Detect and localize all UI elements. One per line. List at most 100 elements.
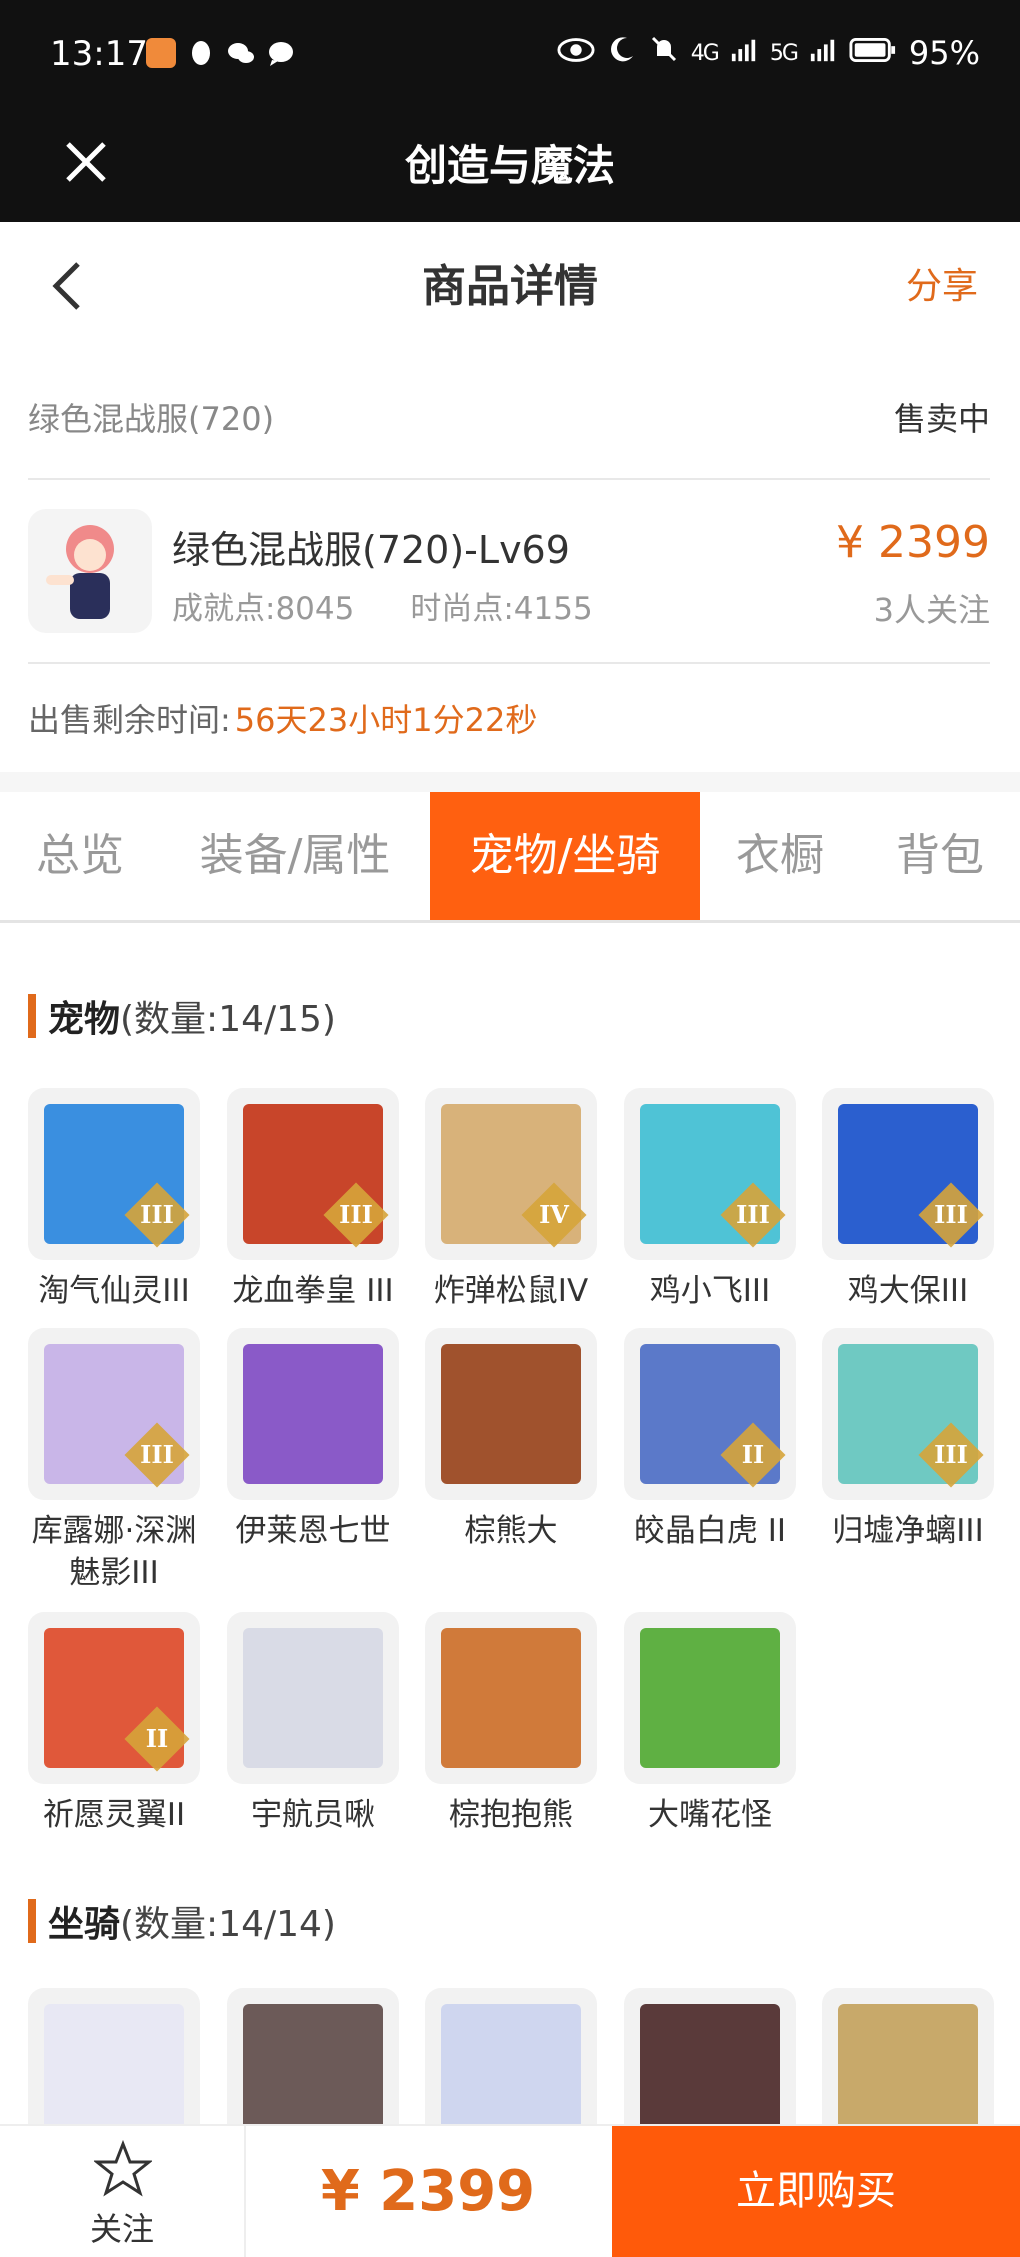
mounts-count: (数量:14/14) xyxy=(120,1904,336,1945)
page-header: 商品详情 分享 xyxy=(0,222,1020,352)
pet-card[interactable]: III 归墟净螭III xyxy=(822,1328,994,1552)
mounts-section-title: 坐骑(数量:14/14) xyxy=(28,1895,336,1947)
section-spacer xyxy=(0,772,1020,792)
pet-name: 淘气仙灵III xyxy=(38,1273,190,1309)
divider xyxy=(28,662,990,664)
pet-name: 库露娜·深渊魅影III xyxy=(31,1513,197,1591)
app-notification-icon xyxy=(146,38,176,68)
pets-title: 宠物 xyxy=(48,999,121,1040)
tier-label: II xyxy=(145,1724,169,1753)
tab-bag[interactable]: 背包 xyxy=(860,792,1020,920)
pet-card[interactable]: 大嘴花怪 xyxy=(624,1612,796,1836)
mute-bell-icon xyxy=(649,34,679,72)
pet-image: II xyxy=(624,1328,796,1500)
message-icon xyxy=(266,38,296,68)
tab-overview[interactable]: 总览 xyxy=(0,792,160,920)
pet-card[interactable]: III 鸡小飞III xyxy=(624,1088,796,1312)
pet-image: III xyxy=(822,1088,994,1260)
item-name: 绿色混战服(720) xyxy=(28,400,275,438)
bottom-price: ¥ 2399 xyxy=(320,2159,536,2224)
pet-image: III xyxy=(822,1328,994,1500)
pet-card[interactable]: III 龙血拳皇 III xyxy=(227,1088,399,1312)
pet-image xyxy=(227,1612,399,1784)
mounts-title: 坐骑 xyxy=(48,1904,121,1945)
pet-name: 棕抱抱熊 xyxy=(449,1797,573,1833)
wechat-icon xyxy=(226,38,256,68)
eye-icon xyxy=(557,34,595,72)
signal-bars-icon xyxy=(730,34,758,72)
pet-card[interactable]: III 库露娜·深渊魅影III xyxy=(28,1328,200,1594)
pet-portrait xyxy=(441,1628,581,1768)
pet-card[interactable]: 伊莱恩七世 xyxy=(227,1328,399,1552)
pet-image xyxy=(227,1328,399,1500)
pet-image: III xyxy=(28,1328,200,1500)
mount-portrait xyxy=(441,2004,581,2144)
mount-portrait xyxy=(640,2004,780,2144)
pet-name: 炸弹松鼠IV xyxy=(433,1273,589,1309)
pet-portrait xyxy=(243,1628,383,1768)
pet-name: 鸡小飞III xyxy=(649,1273,771,1309)
tab-equipment[interactable]: 装备/属性 xyxy=(170,792,420,920)
pet-portrait xyxy=(243,1344,383,1484)
bottom-action-bar: 关注 ¥ 2399 立即购买 xyxy=(0,2124,1020,2257)
follow-label: 关注 xyxy=(89,2210,154,2248)
character-avatar xyxy=(28,509,152,633)
follow-button[interactable]: 关注 xyxy=(0,2126,246,2257)
tab-pets-mounts[interactable]: 宠物/坐骑 xyxy=(430,792,700,920)
product-price: ¥ 2399 xyxy=(836,517,990,568)
pet-image xyxy=(425,1328,597,1500)
tier-label: III xyxy=(736,1200,770,1229)
pet-card[interactable]: II 皎晶白虎 II xyxy=(624,1328,796,1552)
detail-tabs: 总览 装备/属性 宠物/坐骑 衣橱 背包 xyxy=(0,792,1020,923)
pet-card[interactable]: 棕熊大 xyxy=(425,1328,597,1552)
moon-icon xyxy=(607,34,637,72)
share-button[interactable]: 分享 xyxy=(906,222,978,352)
pet-portrait xyxy=(441,1344,581,1484)
achievement-points: 成就点:8045 xyxy=(172,591,355,627)
pet-name: 鸡大保III xyxy=(847,1273,969,1309)
pet-name: 归墟净螭III xyxy=(832,1513,984,1549)
pets-count: (数量:14/15) xyxy=(120,999,336,1040)
buy-now-button[interactable]: 立即购买 xyxy=(612,2126,1020,2257)
pet-portrait xyxy=(640,1628,780,1768)
signal-bars-icon-2 xyxy=(809,34,837,72)
battery-percent: 95% xyxy=(908,34,980,72)
tab-wardrobe[interactable]: 衣橱 xyxy=(710,792,850,920)
pet-name: 龙血拳皇 III xyxy=(232,1273,394,1309)
pet-card[interactable]: 宇航员啾 xyxy=(227,1612,399,1836)
product-title: 绿色混战服(720)-Lv69 xyxy=(172,528,570,572)
notification-icons xyxy=(146,38,296,68)
pet-card[interactable]: III 淘气仙灵III xyxy=(28,1088,200,1312)
signal-4g: 4G xyxy=(690,40,720,66)
tier-label: IV xyxy=(539,1200,569,1229)
sale-timer: 出售剩余时间: 56天23小时1分22秒 xyxy=(28,695,537,741)
qq-icon xyxy=(186,38,216,68)
pet-image xyxy=(425,1612,597,1784)
star-icon xyxy=(94,2140,152,2197)
mount-portrait xyxy=(44,2004,184,2144)
pet-card[interactable]: II 祈愿灵翼II xyxy=(28,1612,200,1836)
pet-name: 大嘴花怪 xyxy=(648,1797,772,1833)
page-title: 商品详情 xyxy=(422,261,598,312)
app-title: 创造与魔法 xyxy=(404,141,615,190)
status-time: 13:17 xyxy=(50,34,148,74)
battery-icon xyxy=(849,34,897,72)
status-right: 4G 5G 95% xyxy=(557,34,980,72)
pet-card[interactable]: IV 炸弹松鼠IV xyxy=(425,1088,597,1312)
timer-label: 出售剩余时间: xyxy=(28,701,231,739)
follower-count: 3人关注 xyxy=(873,591,990,629)
tier-label: III xyxy=(140,1440,174,1469)
pet-image: III xyxy=(624,1088,796,1260)
fashion-points: 时尚点:4155 xyxy=(410,591,593,627)
pet-card[interactable]: 棕抱抱熊 xyxy=(425,1612,597,1836)
pet-image: IV xyxy=(425,1088,597,1260)
pet-card[interactable]: III 鸡大保III xyxy=(822,1088,994,1312)
tier-label: III xyxy=(140,1200,174,1229)
mount-portrait xyxy=(243,2004,383,2144)
pet-image: II xyxy=(28,1612,200,1784)
pet-image: III xyxy=(28,1088,200,1260)
pet-name: 宇航员啾 xyxy=(251,1797,375,1833)
tier-label: III xyxy=(934,1200,968,1229)
pet-name: 棕熊大 xyxy=(464,1513,558,1549)
mount-portrait xyxy=(838,2004,978,2144)
